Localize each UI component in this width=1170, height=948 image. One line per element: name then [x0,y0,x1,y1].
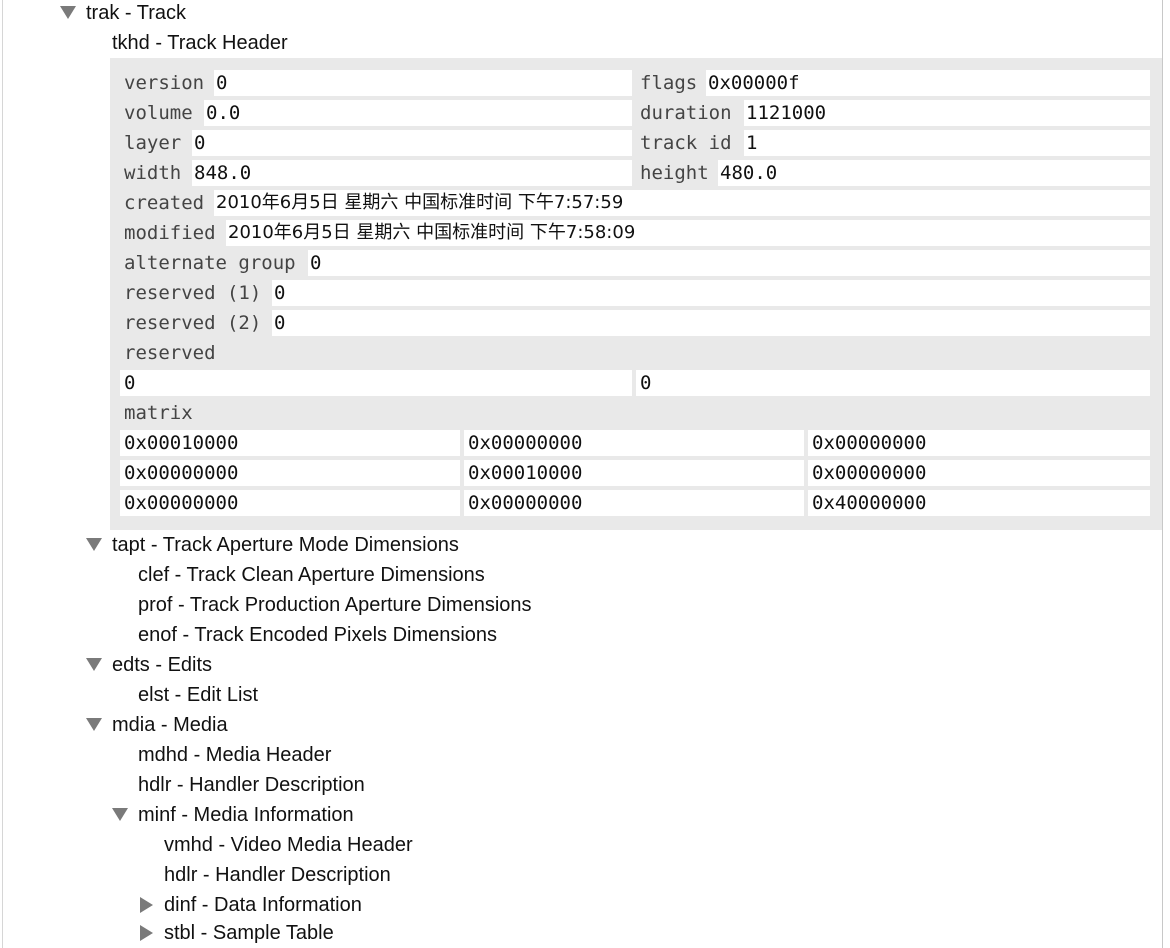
tree-item-label: minf - Media Information [138,804,354,826]
tkhd-details-panel: version 0 flags 0x00000f volume 0.0 dura… [110,58,1162,530]
matrix-cell-0-2[interactable]: 0x00000000 [808,430,1150,456]
tree-item-label: vmhd - Video Media Header [164,834,413,856]
matrix-cell-2-2[interactable]: 0x40000000 [808,490,1150,516]
field-reserved-2-value[interactable]: 0 [272,310,1150,336]
field-reserved-label: reserved [120,340,220,366]
field-width-label: width [120,160,186,186]
disclosure-triangle-expanded-icon[interactable] [86,658,102,671]
matrix-cell-1-1[interactable]: 0x00010000 [464,460,804,486]
disclosure-triangle-expanded-icon[interactable] [86,538,102,551]
matrix-cell-2-0[interactable]: 0x00000000 [120,490,460,516]
matrix-cell-2-1[interactable]: 0x00000000 [464,490,804,516]
tree-item-label: prof - Track Production Aperture Dimensi… [138,594,532,616]
field-alternate-group-value[interactable]: 0 [308,250,1150,276]
tree-item-label: elst - Edit List [138,684,259,706]
field-alternate-group-label: alternate group [120,250,300,276]
tree-item-label: mdia - Media [112,714,228,736]
tree-item-label: stbl - Sample Table [164,922,334,944]
field-matrix-label: matrix [120,400,197,426]
tree-item-label: enof - Track Encoded Pixels Dimensions [138,624,498,646]
field-volume-value[interactable]: 0.0 [204,100,632,126]
tree-item-label: mdhd - Media Header [138,744,332,766]
field-reserved-2-label: reserved (2) [120,310,266,336]
tree-item-label: tkhd - Track Header [112,32,288,54]
matrix-cell-0-0[interactable]: 0x00010000 [120,430,460,456]
tree-item-label: tapt - Track Aperture Mode Dimensions [112,534,459,556]
field-created-value[interactable]: 2010年6月5日 星期六 中国标准时间 下午7:57:59 [214,190,1150,216]
field-reserved-value-0[interactable]: 0 [120,370,632,396]
field-duration-label: duration [636,100,736,126]
field-reserved-1-value[interactable]: 0 [272,280,1150,306]
field-layer-value[interactable]: 0 [192,130,632,156]
tree-item-label: trak - Track [86,2,187,24]
tree-item-label: dinf - Data Information [164,894,362,916]
window-left-border [2,0,3,948]
field-flags-value[interactable]: 0x00000f [706,70,1150,96]
disclosure-triangle-expanded-icon[interactable] [60,6,76,19]
matrix-cell-1-2[interactable]: 0x00000000 [808,460,1150,486]
tree-item-label: hdlr - Handler Description [164,864,391,886]
field-height-value[interactable]: 480.0 [718,160,1150,186]
disclosure-triangle-collapsed-icon[interactable] [140,897,153,913]
field-volume-label: volume [120,100,197,126]
field-track-id-value[interactable]: 1 [744,130,1150,156]
tree-item-label: clef - Track Clean Aperture Dimensions [138,564,485,586]
field-duration-value[interactable]: 1121000 [744,100,1150,126]
field-flags-label: flags [636,70,702,96]
field-reserved-value-1[interactable]: 0 [636,370,1150,396]
field-created-label: created [120,190,209,216]
disclosure-triangle-expanded-icon[interactable] [86,718,102,731]
field-reserved-1-label: reserved (1) [120,280,266,306]
field-version-value[interactable]: 0 [214,70,632,96]
field-track-id-label: track id [636,130,736,156]
matrix-cell-1-0[interactable]: 0x00000000 [120,460,460,486]
field-height-label: height [636,160,713,186]
disclosure-triangle-collapsed-icon[interactable] [140,925,153,941]
field-layer-label: layer [120,130,186,156]
window-right-border [1162,0,1163,948]
field-width-value[interactable]: 848.0 [192,160,632,186]
disclosure-triangle-expanded-icon[interactable] [112,808,128,821]
matrix-cell-0-1[interactable]: 0x00000000 [464,430,804,456]
tree-item-label: hdlr - Handler Description [138,774,365,796]
field-version-label: version [120,70,209,96]
tree-item-label: edts - Edits [112,654,213,676]
field-modified-label: modified [120,220,220,246]
field-modified-value[interactable]: 2010年6月5日 星期六 中国标准时间 下午7:58:09 [226,220,1150,246]
